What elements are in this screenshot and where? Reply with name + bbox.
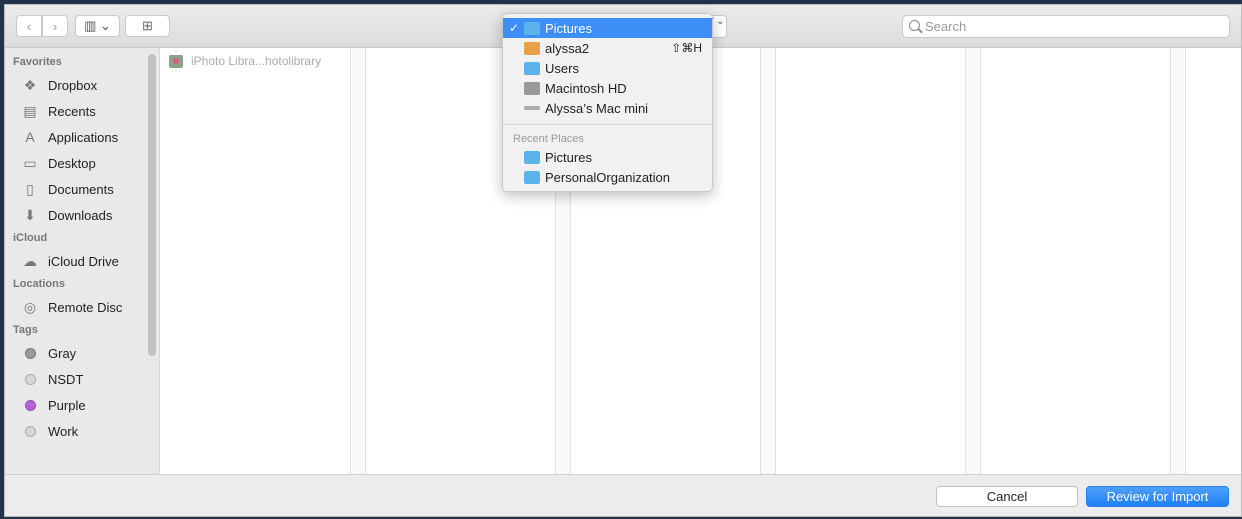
sidebar-scrollbar[interactable]	[148, 54, 156, 356]
sidebar: Favorites ❖ Dropbox ▤ Recents A Applications ▭…	[5, 48, 160, 474]
bottom-bar: Cancel Review for Import	[5, 474, 1241, 516]
documents-icon: ▯	[26, 180, 34, 197]
back-button[interactable]: ‹	[16, 15, 42, 37]
section-icloud: iCloud	[13, 232, 48, 244]
sidebar-item-work[interactable]: Work	[5, 418, 159, 444]
sidebar-item-label: Documents	[48, 181, 114, 197]
sidebar-item-label: Desktop	[48, 155, 96, 171]
sidebar-item-gray[interactable]: Gray	[5, 340, 159, 366]
sidebar-item-label: Remote Disc	[48, 299, 123, 315]
folder-icon	[524, 150, 540, 164]
section-locations: Locations	[13, 278, 65, 290]
sidebar-item-label: NSDT	[48, 371, 84, 387]
column-divider	[1171, 48, 1186, 474]
sidebar-item-label: Gray	[48, 345, 77, 361]
cancel-button[interactable]: Cancel	[936, 486, 1078, 507]
sidebar-item-label: Applications	[48, 129, 119, 145]
sidebar-item-label: Recents	[48, 103, 96, 119]
menu-item-label: Pictures	[545, 20, 592, 36]
sidebar-item-documents[interactable]: ▯ Documents	[5, 176, 159, 202]
tag-dot-icon	[21, 423, 39, 439]
sidebar-item-downloads[interactable]: ⬇ Downloads	[5, 202, 159, 228]
menu-item-alyssa2[interactable]: alyssa2 ⇧⌘H	[503, 38, 712, 58]
sidebar-item-label: iCloud Drive	[48, 253, 119, 269]
menu-separator	[503, 124, 712, 125]
home-icon	[524, 41, 540, 55]
sidebar-item-label: Work	[48, 423, 79, 439]
recent-place-item[interactable]: PersonalOrganization	[503, 167, 712, 187]
browser-column[interactable]: iPhoto Libra...hotolibrary	[161, 48, 351, 474]
cloud-icon: ☁	[23, 252, 37, 269]
new-folder-button[interactable]: ⊞	[125, 15, 170, 37]
sidebar-item-recents[interactable]: ▤ Recents	[5, 98, 159, 124]
search-icon	[909, 20, 920, 31]
menu-item-macintosh-hd[interactable]: Macintosh HD	[503, 78, 712, 98]
disc-icon: ◎	[23, 298, 37, 315]
sidebar-item-dropbox[interactable]: ❖ Dropbox	[5, 72, 159, 98]
sidebar-item-remote-disc[interactable]: ◎ Remote Disc	[5, 294, 159, 320]
search-placeholder: Search	[925, 19, 967, 34]
browser-column[interactable]	[1186, 48, 1241, 474]
downloads-icon: ⬇	[24, 206, 36, 223]
dropbox-icon: ❖	[23, 76, 37, 93]
column-divider	[966, 48, 981, 474]
tag-color-dot	[24, 399, 36, 411]
file-name: iPhoto Libra...hotolibrary	[191, 54, 322, 68]
sidebar-item-label: Purple	[48, 397, 86, 413]
tag-dot-icon	[21, 371, 39, 387]
applications-icon: A	[25, 129, 35, 145]
section-favorites: Favorites	[13, 56, 62, 68]
menu-item-label: Pictures	[545, 149, 592, 165]
hard-drive-icon	[524, 81, 540, 95]
menu-item-pictures[interactable]: ✓ Pictures	[503, 18, 712, 38]
sidebar-item-desktop[interactable]: ▭ Desktop	[5, 150, 159, 176]
menu-item-label: alyssa2	[545, 40, 590, 56]
recents-icon: ▤	[23, 102, 37, 119]
browser-column[interactable]	[776, 48, 966, 474]
tag-dot-icon	[21, 345, 39, 361]
menu-item-label: PersonalOrganization	[545, 169, 671, 185]
pictures-folder-icon	[524, 21, 540, 35]
tag-dot-icon	[21, 397, 39, 413]
view-mode-button[interactable]: ▥ ⌄	[75, 15, 120, 37]
browser-column[interactable]	[981, 48, 1171, 474]
sidebar-item-label: Dropbox	[48, 77, 98, 93]
sidebar-item-icloud-drive[interactable]: ☁ iCloud Drive	[5, 248, 159, 274]
review-for-import-button[interactable]: Review for Import	[1086, 486, 1229, 507]
computer-icon	[524, 106, 540, 110]
tag-color-dot	[24, 347, 36, 359]
sidebar-item-nsdt[interactable]: NSDT	[5, 366, 159, 392]
menu-item-label: Macintosh HD	[545, 80, 627, 96]
location-dropdown-menu: ✓ Pictures alyssa2 ⇧⌘H Users Macintosh HD Alys…	[502, 13, 713, 192]
menu-item-users[interactable]: Users	[503, 58, 712, 78]
recent-places-header: Recent Places	[513, 133, 584, 145]
menu-item-label: Users	[545, 60, 579, 76]
menu-item-alyssa-s-mac-mini[interactable]: Alyssa’s Mac mini	[503, 98, 712, 118]
search-input[interactable]: Search	[902, 15, 1230, 38]
sidebar-item-label: Downloads	[48, 207, 113, 223]
menu-item-label: Alyssa’s Mac mini	[545, 100, 649, 116]
column-divider	[351, 48, 366, 474]
forward-button[interactable]: ›	[42, 15, 68, 37]
tag-color-dot	[24, 425, 36, 437]
photo-library-icon	[169, 54, 183, 68]
users-folder-icon	[524, 61, 540, 75]
desktop-icon: ▭	[23, 154, 37, 171]
folder-icon	[524, 170, 540, 184]
file-item[interactable]: iPhoto Libra...hotolibrary	[169, 54, 321, 68]
checkmark-icon: ✓	[509, 21, 520, 35]
tag-color-dot	[24, 373, 36, 385]
sidebar-item-purple[interactable]: Purple	[5, 392, 159, 418]
shortcut-label: ⇧⌘H	[671, 41, 702, 55]
sidebar-item-applications[interactable]: A Applications	[5, 124, 159, 150]
recent-place-item[interactable]: Pictures	[503, 147, 712, 167]
section-tags: Tags	[13, 324, 38, 336]
column-divider	[761, 48, 776, 474]
